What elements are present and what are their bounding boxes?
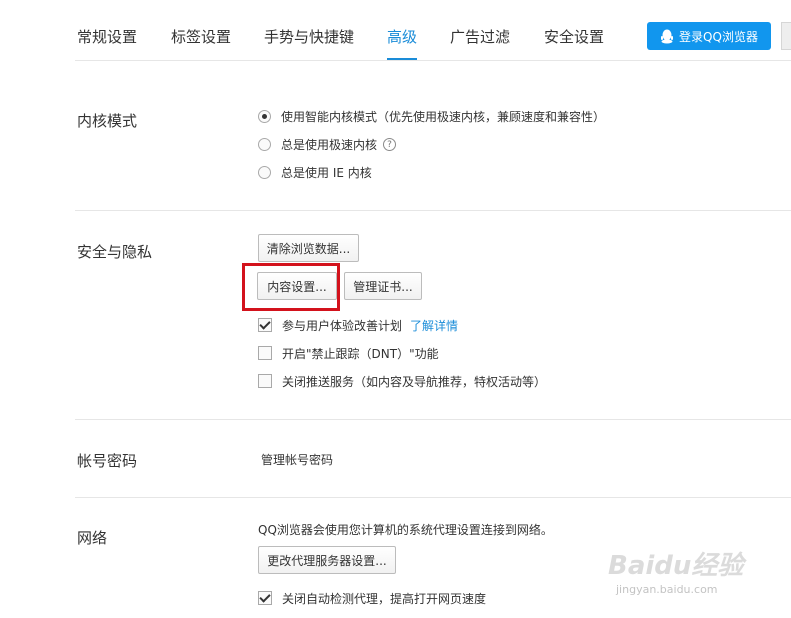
kernel-option-speed[interactable]: 总是使用极速内核 ? <box>258 136 397 152</box>
push-service-checkbox[interactable] <box>258 374 272 388</box>
tab-security[interactable]: 安全设置 <box>544 28 604 46</box>
kernel-option-smart[interactable]: 使用智能内核模式（优先使用极速内核，兼顾速度和兼容性） <box>258 108 605 124</box>
tab-advanced[interactable]: 高级 <box>387 28 417 46</box>
radio-ie-kernel[interactable] <box>258 165 271 179</box>
manage-certificates-button[interactable]: 管理证书... <box>344 272 422 300</box>
highlight-annotation-box <box>242 263 340 311</box>
kernel-option-label: 使用智能内核模式（优先使用极速内核，兼顾速度和兼容性） <box>281 109 606 124</box>
nav-divider <box>75 60 791 61</box>
auto-detect-proxy-checkbox[interactable] <box>258 591 272 605</box>
tab-general[interactable]: 常规设置 <box>77 28 137 46</box>
dnt-row[interactable]: 开启"禁止跟踪（DNT）"功能 <box>258 345 439 361</box>
account-title: 帐号密码 <box>77 452 138 470</box>
watermark-logo-text: Baidu经验 <box>608 551 744 581</box>
change-proxy-button[interactable]: 更改代理服务器设置... <box>258 546 396 574</box>
tab-ad-filter[interactable]: 广告过滤 <box>450 28 510 46</box>
radio-speed-kernel[interactable] <box>258 137 271 151</box>
overflow-button[interactable] <box>781 22 791 50</box>
checkbox-label: 参与用户体验改善计划 <box>282 318 403 333</box>
network-title: 网络 <box>77 529 108 547</box>
kernel-mode-title: 内核模式 <box>77 112 138 130</box>
help-icon[interactable]: ? <box>383 137 397 151</box>
kernel-option-label: 总是使用极速内核 <box>281 137 378 152</box>
ux-improvement-checkbox[interactable] <box>258 318 272 332</box>
push-service-row[interactable]: 关闭推送服务（如内容及导航推荐，特权活动等） <box>258 373 546 389</box>
section-divider <box>75 419 791 420</box>
qq-penguin-icon <box>660 29 674 44</box>
learn-more-link[interactable]: 了解详情 <box>410 317 458 334</box>
checkbox-label: 开启"禁止跟踪（DNT）"功能 <box>282 346 439 361</box>
kernel-option-ie[interactable]: 总是使用 IE 内核 <box>258 164 372 180</box>
kernel-option-label: 总是使用 IE 内核 <box>281 165 372 180</box>
clear-browsing-data-button[interactable]: 清除浏览数据... <box>258 234 359 262</box>
section-divider <box>75 210 791 211</box>
auto-detect-proxy-row[interactable]: 关闭自动检测代理，提高打开网页速度 <box>258 590 486 606</box>
login-button-label: 登录QQ浏览器 <box>679 29 758 44</box>
login-qq-browser-button[interactable]: 登录QQ浏览器 <box>647 22 771 50</box>
dnt-checkbox[interactable] <box>258 346 272 360</box>
tab-gestures-shortcuts[interactable]: 手势与快捷键 <box>264 28 354 46</box>
radio-smart-kernel[interactable] <box>258 109 271 123</box>
watermark-url: jingyan.baidu.com <box>616 583 718 596</box>
ux-improvement-row[interactable]: 参与用户体验改善计划 了解详情 <box>258 317 458 333</box>
checkbox-label: 关闭推送服务（如内容及导航推荐，特权活动等） <box>282 374 547 389</box>
tab-labels[interactable]: 标签设置 <box>171 28 231 46</box>
privacy-title: 安全与隐私 <box>77 243 153 261</box>
section-divider <box>75 497 791 498</box>
baidu-watermark: Baidu经验 jingyan.baidu.com <box>600 535 760 605</box>
checkbox-label: 关闭自动检测代理，提高打开网页速度 <box>282 591 487 606</box>
network-description: QQ浏览器会使用您计算机的系统代理设置连接到网络。 <box>258 523 553 537</box>
manage-passwords-link[interactable]: 管理帐号密码 <box>261 451 333 468</box>
